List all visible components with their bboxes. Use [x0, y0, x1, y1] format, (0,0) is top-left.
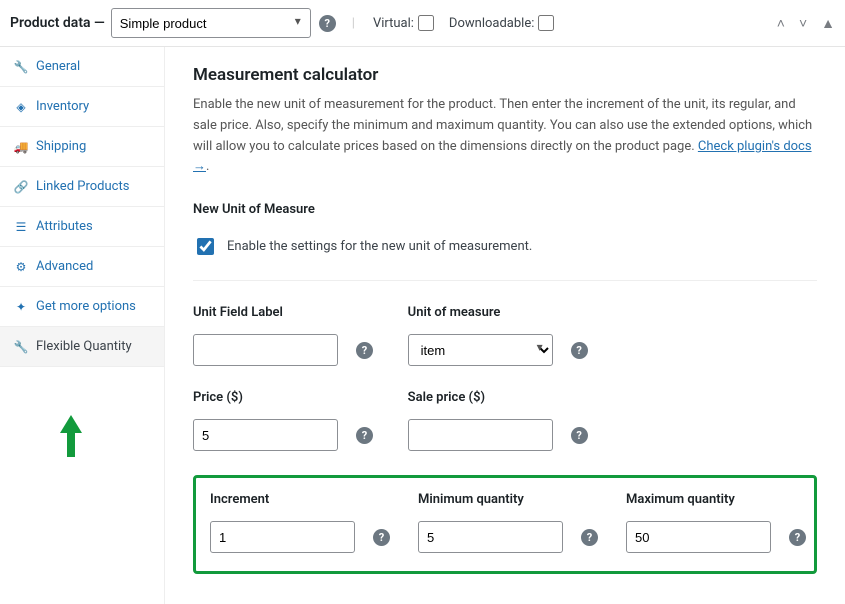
truck-icon: 🚚 — [14, 140, 28, 154]
gear-icon: ⚙ — [14, 260, 28, 274]
star-icon: ✦ — [14, 300, 28, 314]
field-label: Maximum quantity — [626, 492, 814, 507]
field-label: Price ($) — [193, 390, 388, 405]
field-max-qty: Maximum quantity ? — [626, 492, 814, 553]
virtual-checkbox[interactable] — [418, 15, 434, 31]
help-icon[interactable]: ? — [356, 427, 373, 444]
sidebar-item-label: Linked Products — [36, 179, 129, 194]
min-qty-input[interactable] — [418, 521, 563, 553]
field-label: Unit of measure — [408, 305, 603, 320]
sidebar-item-label: Attributes — [36, 219, 93, 234]
sidebar-item-general[interactable]: 🔧 General — [0, 47, 164, 87]
main-panel: Measurement calculator Enable the new un… — [165, 47, 845, 604]
help-icon[interactable]: ? — [789, 529, 806, 546]
move-up-icon[interactable]: ˄ — [777, 15, 785, 32]
sidebar-item-label: General — [36, 59, 80, 74]
link-icon: 🔗 — [14, 180, 28, 194]
sidebar-item-advanced[interactable]: ⚙ Advanced — [0, 247, 164, 287]
sidebar-item-attributes[interactable]: ☰ Attributes — [0, 207, 164, 247]
price-input[interactable] — [193, 419, 338, 451]
panel-title: Product data — — [10, 15, 105, 31]
sidebar-item-label: Inventory — [36, 99, 89, 114]
downloadable-toggle-group: Downloadable: — [449, 12, 557, 34]
help-icon[interactable]: ? — [356, 342, 373, 359]
collapse-icon[interactable]: ▲ — [821, 15, 835, 32]
field-unit-label: Unit Field Label ? — [193, 305, 388, 366]
annotation-arrow-icon — [60, 415, 82, 457]
virtual-toggle-group: Virtual: — [373, 12, 437, 34]
sidebar-item-label: Flexible Quantity — [36, 339, 132, 354]
unit-of-measure-select[interactable]: item — [408, 334, 553, 366]
sidebar-item-flexible-quantity[interactable]: 🔧 Flexible Quantity — [0, 327, 164, 367]
field-label: Sale price ($) — [408, 390, 603, 405]
description: Enable the new unit of measurement for t… — [193, 95, 817, 178]
field-label: Unit Field Label — [193, 305, 388, 320]
inventory-icon: ◈ — [14, 100, 28, 114]
help-icon[interactable]: ? — [319, 15, 336, 32]
product-data-header: Product data — Simple product ? | Virtua… — [0, 0, 845, 47]
list-icon: ☰ — [14, 220, 28, 234]
sidebar-item-linked-products[interactable]: 🔗 Linked Products — [0, 167, 164, 207]
wrench-icon: 🔧 — [14, 60, 28, 74]
sidebar-item-label: Shipping — [36, 139, 86, 154]
move-down-icon[interactable]: ˅ — [799, 15, 807, 32]
wrench-icon: 🔧 — [14, 340, 28, 354]
unit-field-label-input[interactable] — [193, 334, 338, 366]
field-min-qty: Minimum quantity ? — [418, 492, 606, 553]
enable-unit-checkbox[interactable] — [197, 238, 214, 255]
field-price: Price ($) ? — [193, 390, 388, 451]
sidebar-item-shipping[interactable]: 🚚 Shipping — [0, 127, 164, 167]
field-increment: Increment ? — [210, 492, 398, 553]
max-qty-input[interactable] — [626, 521, 771, 553]
help-icon[interactable]: ? — [373, 529, 390, 546]
help-icon[interactable]: ? — [581, 529, 598, 546]
product-data-sidebar: 🔧 General ◈ Inventory 🚚 Shipping 🔗 Linke… — [0, 47, 165, 604]
sidebar-item-inventory[interactable]: ◈ Inventory — [0, 87, 164, 127]
highlighted-quantity-box: Increment ? Minimum quantity ? Maximum q… — [193, 475, 817, 574]
virtual-label: Virtual: — [373, 16, 414, 31]
sidebar-item-label: Advanced — [36, 259, 93, 274]
increment-input[interactable] — [210, 521, 355, 553]
sale-price-input[interactable] — [408, 419, 553, 451]
field-unit-of-measure: Unit of measure item ? — [408, 305, 603, 366]
downloadable-checkbox[interactable] — [538, 15, 554, 31]
enable-unit-label: Enable the settings for the new unit of … — [227, 239, 532, 254]
sidebar-item-label: Get more options — [36, 299, 136, 314]
downloadable-label: Downloadable: — [449, 16, 534, 31]
section-label-new-unit: New Unit of Measure — [193, 202, 817, 217]
help-icon[interactable]: ? — [571, 427, 588, 444]
field-sale-price: Sale price ($) ? — [408, 390, 603, 451]
field-label: Minimum quantity — [418, 492, 606, 507]
sidebar-item-get-more[interactable]: ✦ Get more options — [0, 287, 164, 327]
help-icon[interactable]: ? — [571, 342, 588, 359]
product-type-select[interactable]: Simple product — [111, 8, 311, 38]
page-title: Measurement calculator — [193, 65, 817, 85]
field-label: Increment — [210, 492, 398, 507]
